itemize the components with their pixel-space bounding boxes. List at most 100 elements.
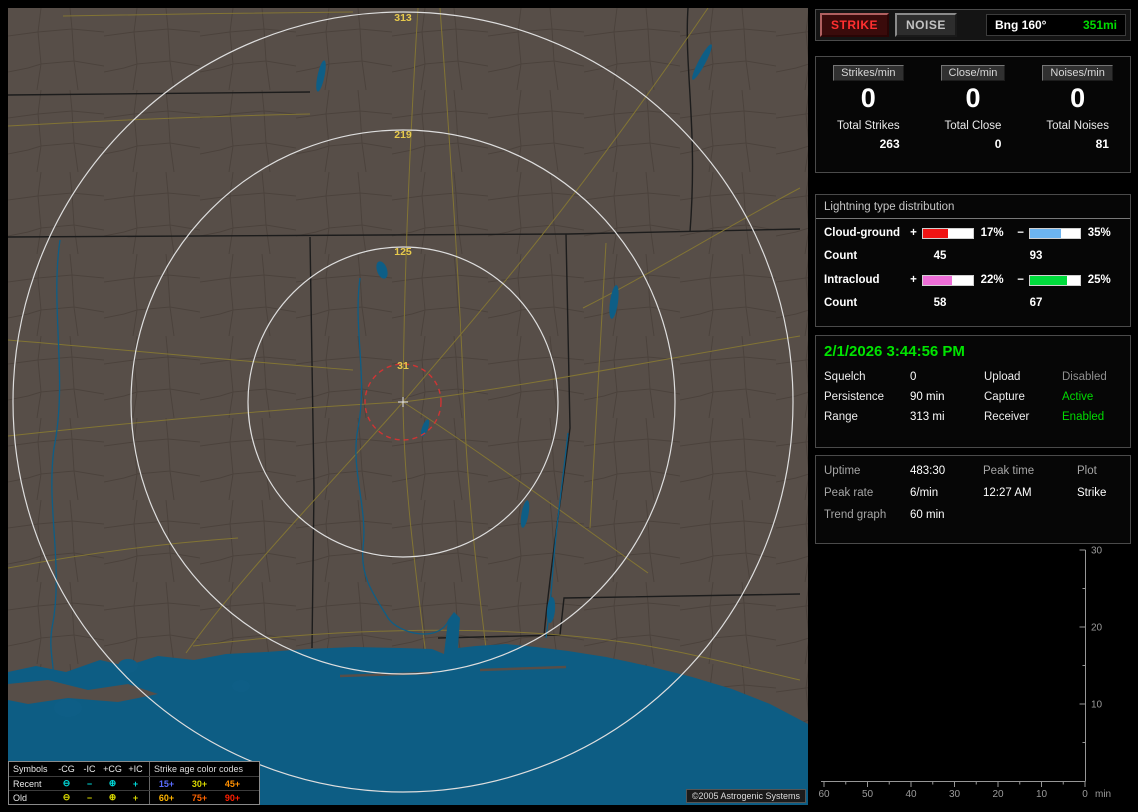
ic-plus-gauge-fill — [923, 275, 952, 285]
range-label-31: 31 — [397, 360, 409, 372]
uptime-value: 483:30 — [910, 465, 946, 477]
total-close-label: Total Close — [944, 120, 1002, 133]
distribution-title: Lightning type distribution — [824, 201, 955, 213]
age-15: 15+ — [158, 778, 175, 789]
close-rate-value: 0 — [965, 83, 981, 113]
minus-sign: − — [1017, 227, 1024, 239]
total-close-value: 0 — [994, 137, 1002, 152]
y-tick-10: 10 — [1091, 700, 1103, 711]
plot-value: Strike — [1077, 487, 1107, 499]
uptime-label: Uptime — [824, 465, 861, 477]
minus-icon: − — [86, 778, 93, 789]
legend-col-pos-ic: +IC — [128, 764, 143, 774]
legend-recent-label: Recent — [13, 778, 42, 789]
range-label-313: 313 — [394, 12, 412, 24]
plus-icon: + — [132, 792, 139, 803]
cg-minus-gauge-fill — [1030, 228, 1061, 238]
upload-label: Upload — [984, 371, 1021, 383]
x-axis-unit: min — [1095, 789, 1111, 800]
x-tick-40: 40 — [905, 789, 917, 800]
noises-rate-value: 0 — [1070, 83, 1086, 113]
y-tick-30: 30 — [1091, 546, 1103, 557]
upload-value: Disabled — [1062, 371, 1107, 383]
age-75: 75+ — [191, 792, 208, 803]
copyright-text: ©2005 Astrogenic Systems — [685, 789, 806, 803]
circle-minus-icon: ⊖ — [62, 792, 71, 802]
cg-plus-count: 45 — [933, 250, 947, 262]
x-tick-20: 20 — [992, 789, 1004, 800]
receiver-value: Enabled — [1062, 411, 1105, 423]
legend-col-pos-cg: +CG — [103, 764, 122, 774]
age-60: 60+ — [158, 792, 175, 803]
trend-graph-label: Trend graph — [824, 509, 887, 521]
intracloud-count-row: Count 58 67 — [816, 293, 1130, 313]
ic-plus-percent: 22% — [980, 274, 1004, 286]
legend-recent-row: Recent ⊖ − ⊕ + 15+ 30+ 45+ — [9, 776, 259, 790]
cloud-ground-row: Cloud-ground + 17% − 35% — [816, 222, 1130, 244]
noise-mode-button[interactable]: NOISE — [895, 13, 957, 37]
cg-plus-percent: 17% — [980, 227, 1004, 239]
x-tick-0: 0 — [1082, 789, 1088, 800]
x-tick-50: 50 — [862, 789, 874, 800]
cg-minus-count: 93 — [1029, 250, 1043, 262]
status-grid: Squelch 0 Upload Disabled Persistence 90… — [816, 369, 1130, 425]
lightning-distribution: Lightning type distribution Cloud-ground… — [815, 194, 1131, 327]
range-label: Range — [824, 411, 858, 423]
legend-symbols-header: Symbols — [13, 764, 48, 774]
x-tick-30: 30 — [949, 789, 961, 800]
count-label: Count — [824, 297, 858, 309]
x-tick-60: 60 — [818, 789, 830, 800]
persistence-label: Persistence — [824, 391, 885, 403]
cloud-ground-count-row: Count 45 93 — [816, 246, 1130, 266]
ic-plus-gauge — [922, 274, 974, 286]
plus-icon: + — [132, 778, 139, 789]
range-label-219: 219 — [394, 129, 412, 141]
trend-graph-value: 60 min — [910, 509, 945, 521]
age-90: 90+ — [224, 792, 241, 803]
persistence-value: 90 min — [910, 391, 945, 403]
count-label: Count — [824, 250, 858, 262]
plot-label: Plot — [1077, 465, 1097, 477]
total-strikes-value: 263 — [879, 137, 900, 152]
legend-header-row: Symbols -CG -IC +CG +IC Strike age color… — [9, 762, 259, 776]
map-legend: Symbols -CG -IC +CG +IC Strike age color… — [8, 761, 260, 805]
close-per-min-chip: Close/min — [940, 65, 1006, 81]
legend-col-neg-ic: -IC — [83, 764, 96, 774]
peak-rate-label: Peak rate — [824, 487, 874, 499]
close-column: Close/min 0 Total Close 0 — [921, 65, 1025, 172]
bearing-range-value: 351mi — [1082, 18, 1117, 32]
total-noises-value: 81 — [1095, 137, 1109, 152]
legend-old-label: Old — [13, 792, 28, 803]
circle-plus-icon: ⊕ — [108, 778, 117, 788]
cg-plus-gauge — [922, 227, 974, 239]
legend-old-row: Old ⊖ − ⊕ + 60+ 75+ 90+ — [9, 790, 259, 804]
squelch-label: Squelch — [824, 371, 866, 383]
ic-minus-gauge-fill — [1030, 275, 1067, 285]
circle-minus-icon: ⊖ — [62, 778, 71, 788]
map-panel: 313 219 125 31 Symbols -CG -IC +CG +IC S… — [8, 8, 808, 805]
total-strikes-label: Total Strikes — [837, 120, 900, 133]
map-surface[interactable]: 313 219 125 31 — [8, 8, 808, 805]
app-window: 313 219 125 31 Symbols -CG -IC +CG +IC S… — [0, 0, 1138, 812]
intracloud-row: Intracloud + 22% − 25% — [816, 269, 1130, 291]
trend-graph-canvas: 30 20 10 60 50 40 30 20 10 0 min — [818, 546, 1111, 801]
divider — [816, 218, 1130, 219]
minus-sign: − — [1017, 274, 1024, 286]
receiver-label: Receiver — [984, 411, 1030, 423]
mode-controls: STRIKE NOISE Bng 160° 351mi — [815, 9, 1131, 41]
range-label-125: 125 — [394, 246, 412, 258]
bearing-label: Bng 160° — [995, 18, 1047, 32]
noises-per-min-chip: Noises/min — [1042, 65, 1113, 81]
minus-icon: − — [86, 792, 93, 803]
strikes-rate-value: 0 — [860, 83, 876, 113]
age-30: 30+ — [191, 778, 208, 789]
ic-minus-percent: 25% — [1087, 274, 1111, 286]
strike-mode-button[interactable]: STRIKE — [820, 13, 890, 37]
peak-time-value: 12:27 AM — [983, 487, 1032, 499]
peak-time-label: Peak time — [983, 465, 1035, 477]
receiver-status: 2/1/2026 3:44:56 PM Squelch 0 Upload Dis… — [815, 335, 1131, 448]
plus-sign: + — [910, 227, 917, 239]
y-tick-20: 20 — [1091, 623, 1103, 634]
session-grid: Uptime 483:30 Peak time Plot Peak rate 6… — [816, 456, 1130, 530]
strikes-column: Strikes/min 0 Total Strikes 263 — [817, 65, 921, 172]
